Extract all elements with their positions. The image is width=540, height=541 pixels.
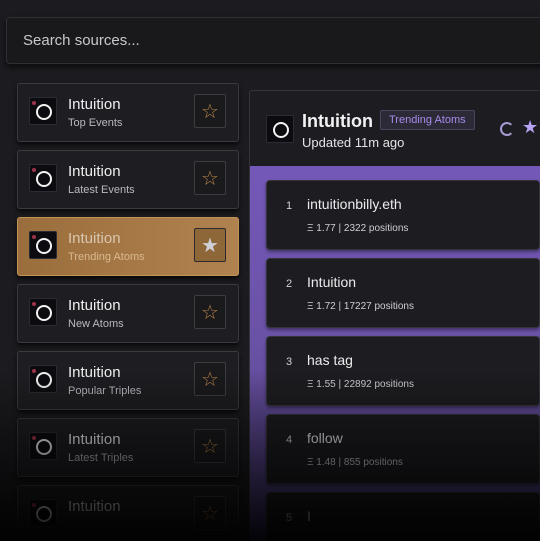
intuition-logo-icon (29, 499, 57, 527)
favorite-star-filled-icon[interactable]: ★ (194, 228, 226, 262)
source-title: Intuition (68, 230, 121, 247)
atom-name: intuitionbilly.eth (307, 196, 402, 212)
atom-name: has tag (307, 352, 353, 368)
source-item-active[interactable]: Intuition Trending Atoms ★ (17, 217, 239, 276)
source-title: Intuition (68, 297, 121, 314)
source-item[interactable]: Intuition ☆ (17, 485, 239, 541)
favorite-star-icon[interactable]: ☆ (194, 161, 226, 195)
source-item[interactable]: Intuition Popular Triples ☆ (17, 351, 239, 410)
atom-name: Intuition (307, 274, 357, 290)
atom-rank: 1 (286, 200, 293, 212)
atom-meta: Ξ 1.48 | 855 positions (307, 457, 403, 468)
source-title: Intuition (68, 431, 121, 448)
favorite-star-icon[interactable]: ☆ (194, 496, 226, 530)
atom-rank: 5 (286, 512, 293, 524)
favorite-star-icon[interactable]: ☆ (194, 429, 226, 463)
source-list: Intuition Top Events ☆ Intuition Latest … (17, 83, 239, 541)
atom-meta: Ξ 1.55 | 22892 positions (307, 379, 414, 390)
atom-meta: Ξ 1.72 | 17227 positions (307, 301, 414, 312)
source-title: Intuition (68, 163, 121, 180)
intuition-logo-icon (29, 97, 57, 125)
list-item[interactable]: 5 I (266, 492, 540, 541)
source-title: Intuition (68, 498, 121, 515)
list-item[interactable]: 4 follow Ξ 1.48 | 855 positions (266, 414, 540, 484)
favorite-star-icon[interactable]: ☆ (194, 295, 226, 329)
source-subtitle: Latest Events (68, 184, 135, 196)
intuition-logo-icon (29, 432, 57, 460)
search-input[interactable] (7, 18, 540, 63)
source-subtitle: New Atoms (68, 318, 124, 330)
category-tag: Trending Atoms (380, 110, 475, 130)
list-item[interactable]: 1 intuitionbilly.eth Ξ 1.77 | 2322 posit… (266, 180, 540, 250)
atom-name: I (307, 508, 311, 524)
panel-header: Intuition Trending Atoms Updated 11m ago… (250, 91, 540, 166)
source-item[interactable]: Intuition Top Events ☆ (17, 83, 239, 142)
atom-rank: 3 (286, 356, 293, 368)
source-subtitle: Top Events (68, 117, 123, 129)
intuition-logo-icon (29, 231, 57, 259)
source-item[interactable]: Intuition Latest Triples ☆ (17, 418, 239, 477)
refresh-icon[interactable] (500, 122, 514, 136)
favorite-star-icon[interactable]: ☆ (194, 94, 226, 128)
atom-list: 1 intuitionbilly.eth Ξ 1.77 | 2322 posit… (250, 166, 540, 541)
source-subtitle: Trending Atoms (68, 251, 145, 263)
atom-rank: 4 (286, 434, 293, 446)
updated-timestamp: Updated 11m ago (302, 135, 405, 150)
source-subtitle: Popular Triples (68, 385, 142, 397)
atom-name: follow (307, 430, 343, 446)
feed-panel: Intuition Trending Atoms Updated 11m ago… (249, 90, 540, 541)
list-item[interactable]: 2 Intuition Ξ 1.72 | 17227 positions (266, 258, 540, 328)
favorite-star-icon[interactable]: ☆ (194, 362, 226, 396)
intuition-logo-icon (29, 298, 57, 326)
intuition-logo-icon (266, 115, 294, 143)
intuition-logo-icon (29, 164, 57, 192)
atom-rank: 2 (286, 278, 293, 290)
source-title: Intuition (68, 364, 121, 381)
star-icon[interactable]: ★ (522, 117, 538, 138)
source-subtitle: Latest Triples (68, 452, 134, 464)
source-item[interactable]: Intuition New Atoms ☆ (17, 284, 239, 343)
intuition-logo-icon (29, 365, 57, 393)
source-item[interactable]: Intuition Latest Events ☆ (17, 150, 239, 209)
search-bar[interactable] (6, 17, 540, 64)
panel-title: Intuition (302, 111, 373, 131)
atom-meta: Ξ 1.77 | 2322 positions (307, 223, 409, 234)
source-title: Intuition (68, 96, 121, 113)
list-item[interactable]: 3 has tag Ξ 1.55 | 22892 positions (266, 336, 540, 406)
